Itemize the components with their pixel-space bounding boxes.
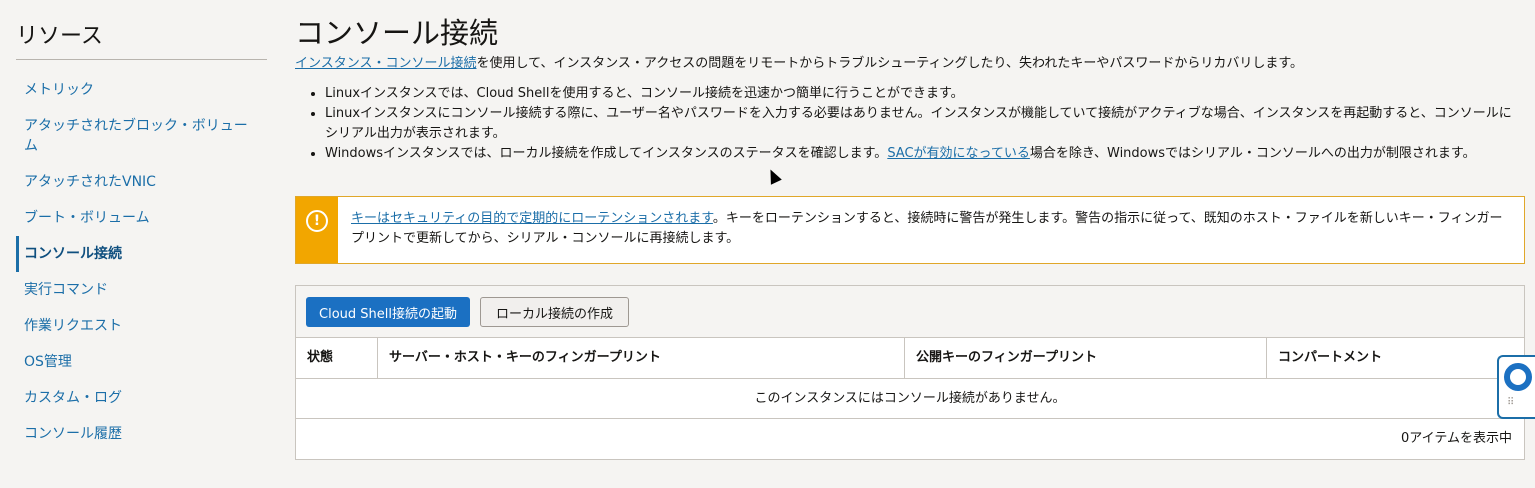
sidebar-list: メトリック アタッチされたブロック・ボリューム アタッチされたVNIC ブート・… — [16, 72, 267, 452]
column-header-state[interactable]: 状態 — [296, 338, 378, 378]
bullet-windows: Windowsインスタンスでは、ローカル接続を作成してインスタンスのステータスを… — [325, 144, 1517, 164]
sidebar-title: リソース — [16, 24, 103, 49]
key-rotation-warning: ! キーはセキュリティの目的で定期的にローテンションされます。キーをローテンショ… — [295, 196, 1525, 264]
sidebar-item-attached-vnics[interactable]: アタッチされたVNIC — [16, 164, 267, 200]
page-title: コンソール接続 — [295, 16, 499, 50]
sidebar-item-custom-logs[interactable]: カスタム・ログ — [16, 380, 267, 416]
resources-sidebar: リソース メトリック アタッチされたブロック・ボリューム アタッチされたVNIC… — [0, 0, 283, 488]
bullet-linux-cloud-shell: Linuxインスタンスでは、Cloud Shellを使用すると、コンソール接続を… — [325, 84, 1517, 104]
sidebar-item-console-history[interactable]: コンソール履歴 — [16, 416, 267, 452]
info-bullets: Linuxインスタンスでは、Cloud Shellを使用すると、コンソール接続を… — [307, 84, 1517, 164]
console-connections-table-card: Cloud Shell接続の起動 ローカル接続の作成 状態 サーバー・ホスト・キ… — [295, 285, 1525, 460]
help-widget[interactable]: ⠿ — [1497, 355, 1535, 419]
sidebar-item-boot-volume[interactable]: ブート・ボリューム — [16, 200, 267, 236]
lifebuoy-icon[interactable] — [1504, 363, 1532, 391]
column-header-compartment[interactable]: コンパートメント — [1267, 338, 1524, 378]
sidebar-item-console-connections[interactable]: コンソール接続 — [16, 236, 267, 272]
intro-paragraph: インスタンス・コンソール接続を使用して、インスタンス・アクセスの問題をリモートか… — [295, 54, 1525, 74]
table-header: 状態 サーバー・ホスト・キーのフィンガープリント 公開キーのフィンガープリント … — [296, 338, 1524, 379]
sidebar-item-attached-block-volumes[interactable]: アタッチされたブロック・ボリューム — [16, 108, 267, 164]
sac-enabled-link[interactable]: SACが有効になっている — [887, 146, 1030, 161]
sidebar-item-run-command[interactable]: 実行コマンド — [16, 272, 267, 308]
warning-message: キーはセキュリティの目的で定期的にローテンションされます。キーをローテンションす… — [351, 209, 1511, 249]
warning-bar: ! — [296, 197, 338, 263]
bullet-windows-pre: Windowsインスタンスでは、ローカル接続を作成してインスタンスのステータスを… — [325, 146, 888, 161]
exclamation-icon: ! — [306, 210, 328, 232]
bullet-windows-post: 場合を除き、Windowsではシリアル・コンソールへの出力が制限されます。 — [1029, 146, 1476, 161]
sidebar-item-metrics[interactable]: メトリック — [16, 72, 267, 108]
table-toolbar: Cloud Shell接続の起動 ローカル接続の作成 — [296, 286, 1524, 338]
launch-cloud-shell-connection-button[interactable]: Cloud Shell接続の起動 — [306, 297, 470, 327]
table-empty-message: このインスタンスにはコンソール接続がありません。 — [296, 379, 1524, 419]
mouse-pointer-icon — [765, 166, 782, 185]
sidebar-item-os-management[interactable]: OS管理 — [16, 344, 267, 380]
item-count: 0アイテムを表示中 — [1401, 431, 1512, 446]
drag-handle-icon[interactable]: ⠿ — [1507, 398, 1515, 408]
column-header-public-key-fingerprint[interactable]: 公開キーのフィンガープリント — [905, 338, 1267, 378]
key-rotation-link[interactable]: キーはセキュリティの目的で定期的にローテンションされます — [351, 211, 713, 226]
sidebar-divider — [16, 59, 267, 60]
bullet-linux-no-credentials: Linuxインスタンスにコンソール接続する際に、ユーザー名やパスワードを入力する… — [325, 104, 1517, 144]
intro-text: を使用して、インスタンス・アクセスの問題をリモートからトラブルシューティングした… — [476, 56, 1304, 71]
create-local-connection-button[interactable]: ローカル接続の作成 — [480, 297, 629, 327]
instance-console-connection-link[interactable]: インスタンス・コンソール接続 — [295, 56, 476, 71]
sidebar-item-work-requests[interactable]: 作業リクエスト — [16, 308, 267, 344]
column-header-server-host-key-fingerprint[interactable]: サーバー・ホスト・キーのフィンガープリント — [378, 338, 905, 378]
